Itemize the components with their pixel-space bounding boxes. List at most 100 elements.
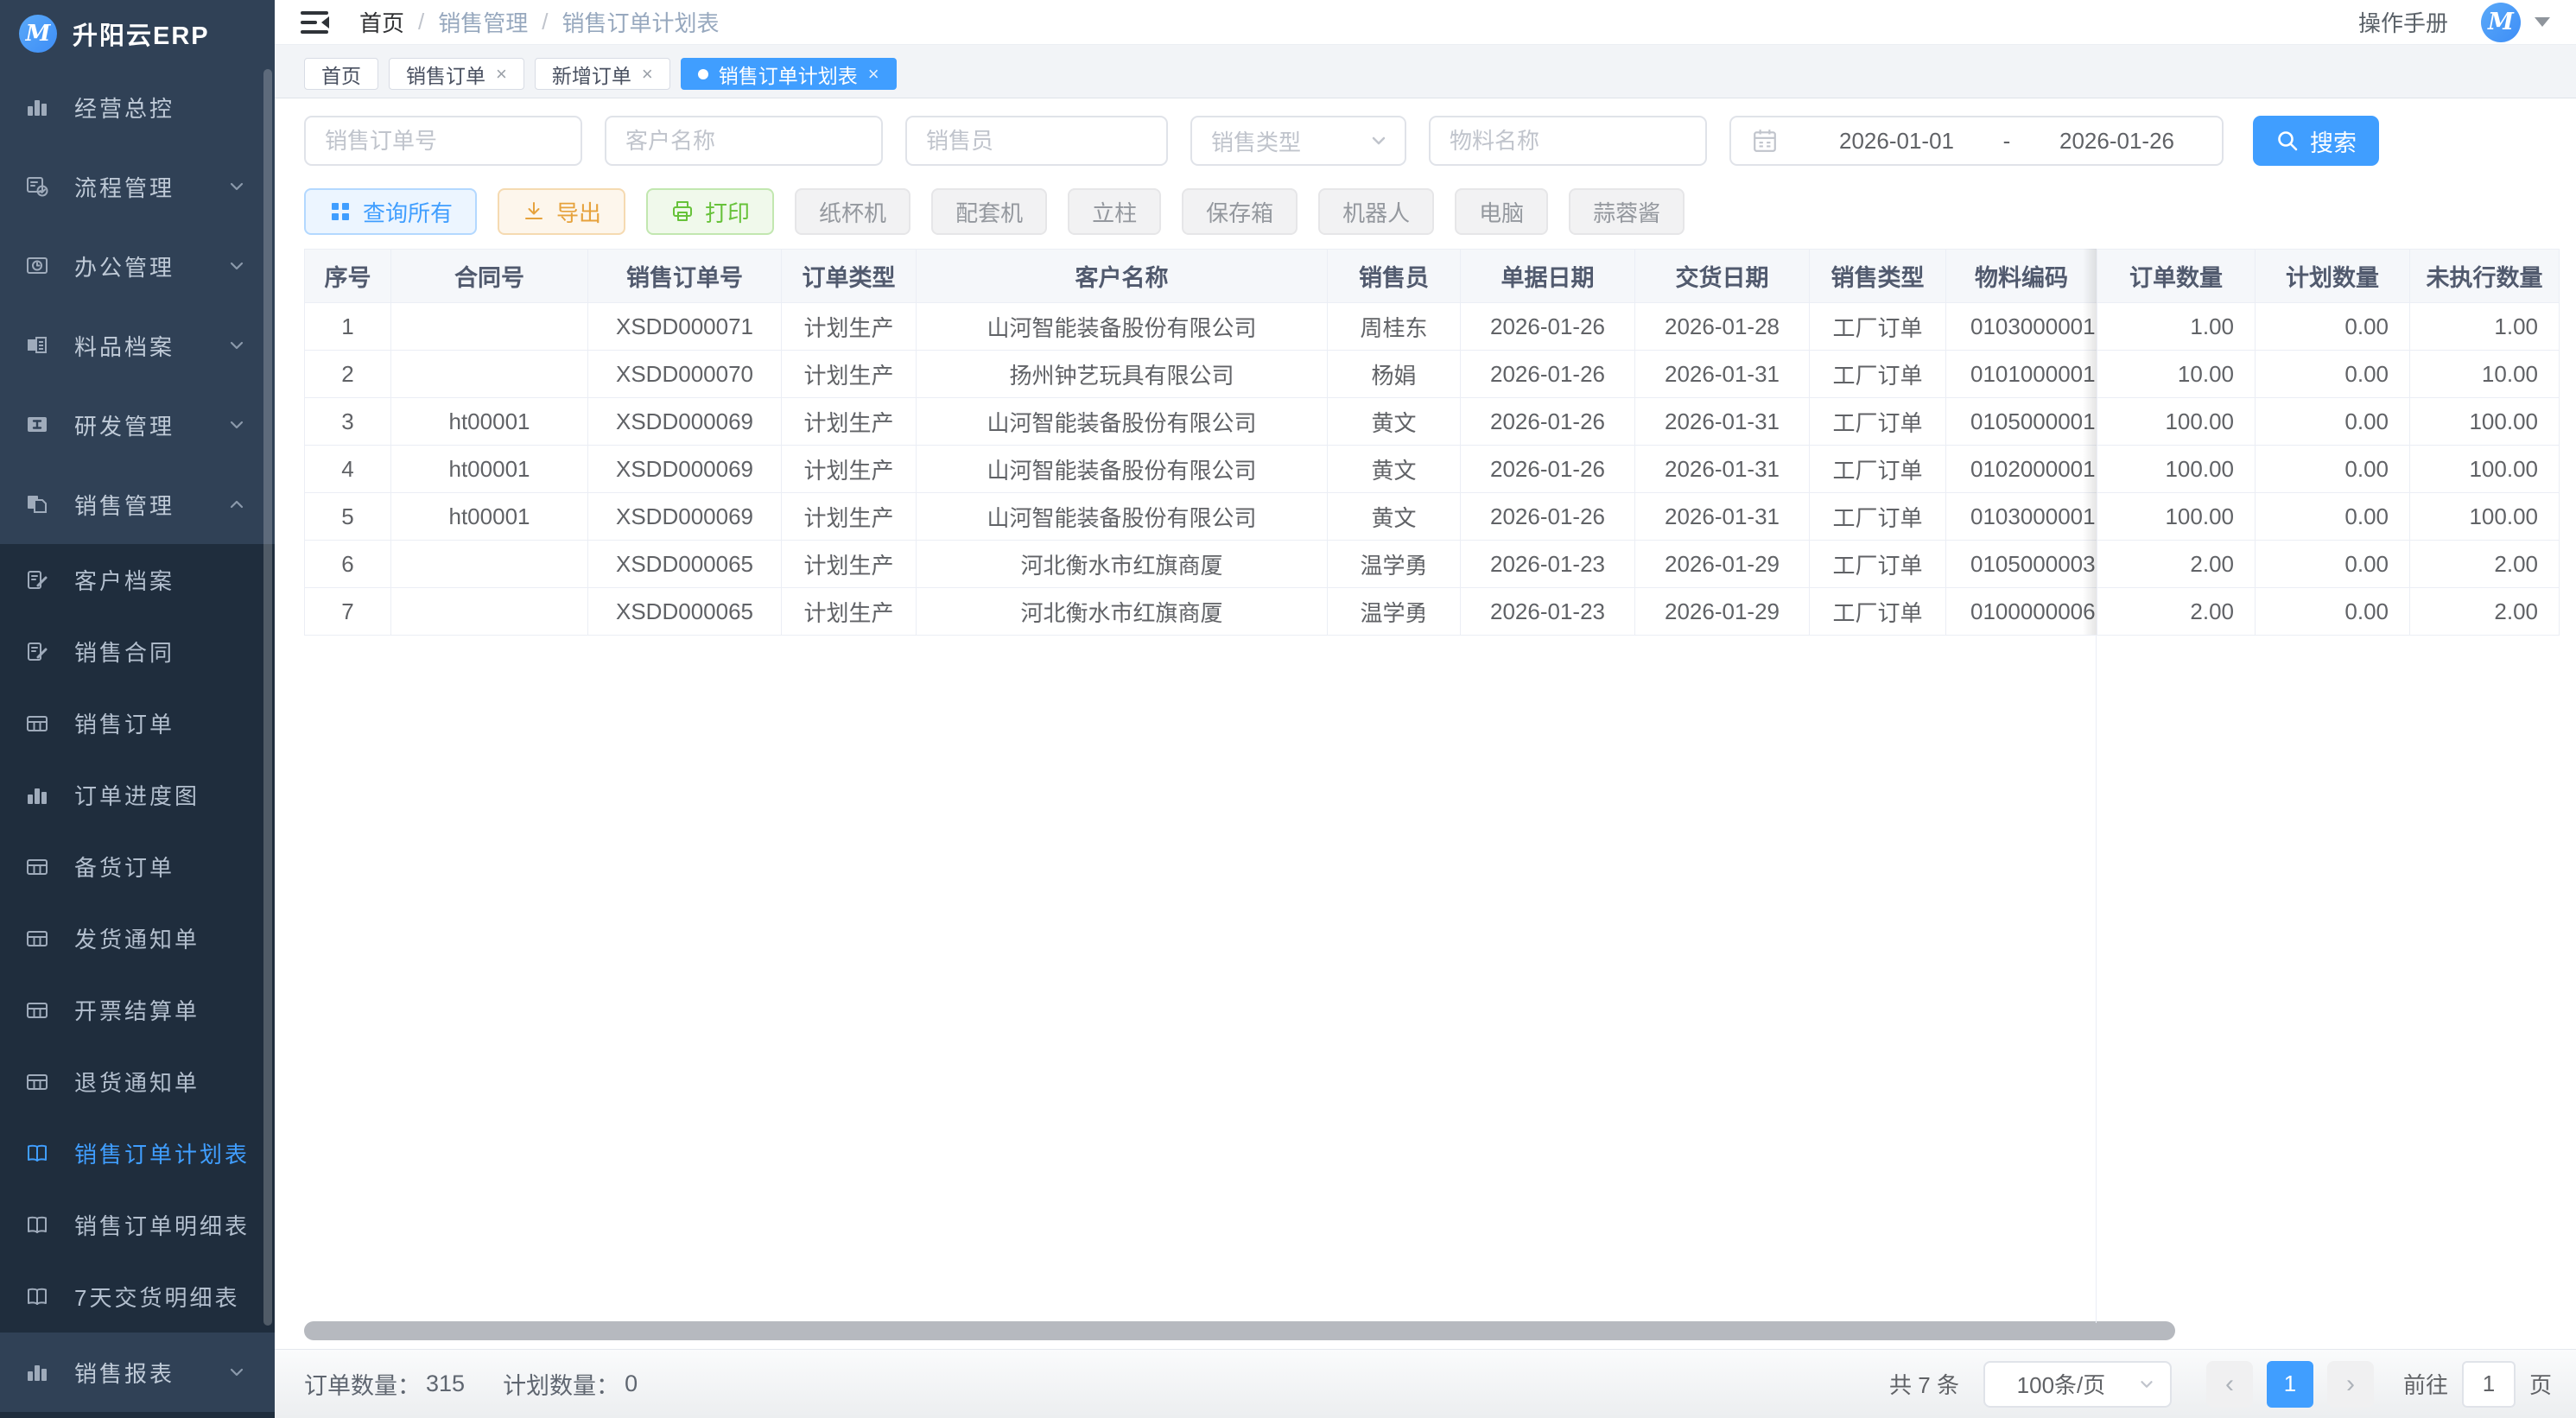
action-button-7[interactable]: 机器人 [1318, 188, 1434, 235]
order-no-input[interactable] [304, 116, 582, 166]
sidebar-item-13[interactable]: 退货通知单 [0, 1046, 275, 1117]
cell-2-7: 2026-01-31 [1635, 398, 1810, 446]
cell-4-2: XSDD000069 [588, 493, 782, 541]
cell-6-1 [391, 588, 588, 636]
goto-unit: 页 [2529, 1368, 2552, 1400]
table-row-6[interactable]: 7XSDD000065计划生产河北衡水市红旗商厦温学勇2026-01-23202… [305, 588, 2560, 636]
cell-1-8: 工厂订单 [1810, 351, 1946, 398]
action-button-9[interactable]: 蒜蓉酱 [1569, 188, 1685, 235]
breadcrumb-separator: / [542, 9, 548, 35]
table-icon [22, 927, 52, 951]
tab-3-active[interactable]: 销售订单计划表× [681, 58, 897, 90]
sidebar-item-7[interactable]: 销售合同 [0, 616, 275, 687]
sidebar-item-4[interactable]: 研发管理 [0, 385, 275, 465]
table-row-0[interactable]: 1XSDD000071计划生产山河智能装备股份有限公司周桂东2026-01-26… [305, 303, 2560, 351]
material-input[interactable] [1429, 116, 1707, 166]
cell-6-10: 2.00 [2097, 588, 2256, 636]
sidebar-item-17[interactable]: 销售报表 [0, 1333, 275, 1412]
help-manual-link[interactable]: 操作手册 [2358, 6, 2448, 38]
cell-0-12: 1.00 [2410, 303, 2560, 351]
action-button-1[interactable]: 导出 [498, 188, 625, 235]
close-tab-icon[interactable]: × [496, 65, 507, 84]
sidebar-item-16[interactable]: 7天交货明细表 [0, 1261, 275, 1333]
action-button-8[interactable]: 电脑 [1455, 188, 1548, 235]
tab-2[interactable]: 新增订单× [535, 58, 670, 90]
sidebar-item-label: 备货订单 [74, 851, 249, 883]
horizontal-scrollbar-thumb[interactable] [304, 1321, 2175, 1340]
search-button-label: 搜索 [2310, 124, 2357, 158]
cell-5-9: 0105000003 [1946, 541, 2097, 588]
action-button-0[interactable]: 查询所有 [304, 188, 477, 235]
next-page-button[interactable]: › [2327, 1361, 2374, 1408]
column-header-4: 客户名称 [917, 250, 1328, 303]
column-header-8: 销售类型 [1810, 250, 1946, 303]
search-button[interactable]: 搜索 [2253, 116, 2379, 166]
cell-0-7: 2026-01-28 [1635, 303, 1810, 351]
sidebar-item-11[interactable]: 发货通知单 [0, 902, 275, 974]
cell-0-11: 0.00 [2256, 303, 2410, 351]
tab-1[interactable]: 销售订单× [389, 58, 524, 90]
table-row-4[interactable]: 5ht00001XSDD000069计划生产山河智能装备股份有限公司黄文2026… [305, 493, 2560, 541]
export-icon [522, 199, 546, 224]
column-header-9: 物料编码 [1946, 250, 2097, 303]
user-menu[interactable]: M [2481, 3, 2550, 42]
table-row-5[interactable]: 6XSDD000065计划生产河北衡水市红旗商厦温学勇2026-01-23202… [305, 541, 2560, 588]
table-row-2[interactable]: 3ht00001XSDD000069计划生产山河智能装备股份有限公司黄文2026… [305, 398, 2560, 446]
cell-4-0: 5 [305, 493, 391, 541]
prev-page-button[interactable]: ‹ [2206, 1361, 2253, 1408]
book-icon [22, 1213, 52, 1238]
table-row-1[interactable]: 2XSDD000070计划生产扬州钟艺玩具有限公司杨娟2026-01-26202… [305, 351, 2560, 398]
action-button-2[interactable]: 打印 [646, 188, 774, 235]
sale-type-select[interactable]: 销售类型 [1190, 116, 1406, 166]
collapse-sidebar-icon[interactable] [301, 9, 330, 35]
sidebar-item-6[interactable]: 客户档案 [0, 544, 275, 616]
goto-page-input[interactable] [2462, 1361, 2516, 1408]
cell-1-12: 10.00 [2410, 351, 2560, 398]
close-tab-icon[interactable]: × [868, 65, 879, 84]
cell-0-10: 1.00 [2097, 303, 2256, 351]
cell-1-10: 10.00 [2097, 351, 2256, 398]
cell-3-3: 计划生产 [782, 446, 917, 493]
action-button-3[interactable]: 纸杯机 [795, 188, 910, 235]
sidebar-item-5[interactable]: 销售管理 [0, 465, 275, 544]
cell-6-3: 计划生产 [782, 588, 917, 636]
action-button-5[interactable]: 立柱 [1068, 188, 1161, 235]
sidebar-item-9[interactable]: 订单进度图 [0, 759, 275, 831]
sidebar-scrollbar[interactable] [263, 69, 272, 1326]
chevron-down-icon [226, 334, 249, 357]
cell-0-0: 1 [305, 303, 391, 351]
bar-chart-icon [22, 1360, 52, 1384]
column-header-10: 订单数量 [2097, 250, 2256, 303]
sidebar-item-1[interactable]: 流程管理 [0, 147, 275, 226]
close-tab-icon[interactable]: × [642, 65, 653, 84]
cell-0-1 [391, 303, 588, 351]
sidebar-item-8[interactable]: 销售订单 [0, 687, 275, 759]
salesman-input[interactable] [905, 116, 1168, 166]
action-button-label: 保存箱 [1206, 196, 1273, 228]
page-size-select[interactable]: 100条/页 [1983, 1361, 2172, 1408]
cell-5-12: 2.00 [2410, 541, 2560, 588]
breadcrumb-home[interactable]: 首页 [359, 6, 404, 38]
action-button-4[interactable]: 配套机 [931, 188, 1047, 235]
sidebar-item-label: 退货通知单 [74, 1066, 249, 1098]
sidebar-item-12[interactable]: 开票结算单 [0, 974, 275, 1046]
date-range-picker[interactable]: 2026-01-01 - 2026-01-26 [1729, 116, 2224, 166]
action-button-label: 查询所有 [363, 196, 453, 228]
sidebar-item-2[interactable]: 办公管理 [0, 226, 275, 306]
cell-2-2: XSDD000069 [588, 398, 782, 446]
cell-0-4: 山河智能装备股份有限公司 [917, 303, 1328, 351]
customer-input[interactable] [605, 116, 883, 166]
avatar[interactable]: M [2481, 3, 2521, 42]
main-area: 首页 / 销售管理 / 销售订单计划表 操作手册 M 首页销售订单×新增订单×销… [275, 0, 2576, 1418]
sidebar-item-10[interactable]: 备货订单 [0, 831, 275, 902]
table-row-3[interactable]: 4ht00001XSDD000069计划生产山河智能装备股份有限公司黄文2026… [305, 446, 2560, 493]
current-page-button[interactable]: 1 [2267, 1361, 2313, 1408]
sidebar-item-0[interactable]: 经营总控 [0, 67, 275, 147]
action-button-6[interactable]: 保存箱 [1182, 188, 1298, 235]
sidebar-item-15[interactable]: 销售订单明细表 [0, 1189, 275, 1261]
tab-0[interactable]: 首页 [304, 58, 378, 90]
sidebar-item-14-active[interactable]: 销售订单计划表 [0, 1117, 275, 1189]
bar-chart-icon [22, 783, 52, 807]
sidebar-item-3[interactable]: 料品档案 [0, 306, 275, 385]
cell-2-1: ht00001 [391, 398, 588, 446]
